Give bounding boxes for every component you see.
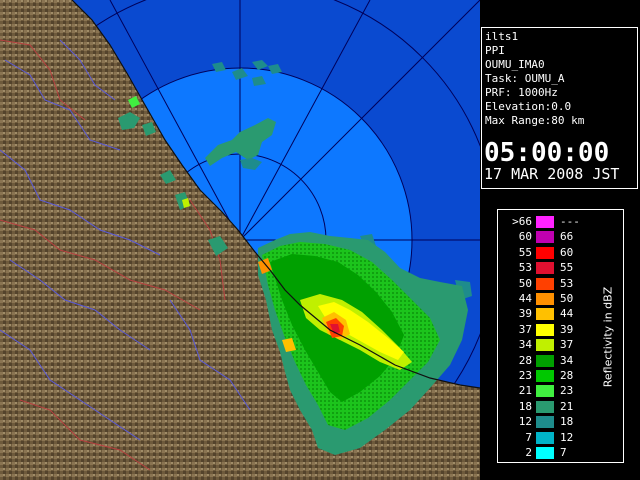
scan-time: 05:00:00 xyxy=(484,138,610,168)
legend-row: 18 21 xyxy=(498,400,596,414)
legend-low-value: 37 xyxy=(518,322,532,336)
legend-row: 7 12 xyxy=(498,431,596,445)
legend-high-value: 28 xyxy=(560,369,574,382)
prf-value: PRF: 1000Hz xyxy=(485,86,558,99)
legend-high-value: 66 xyxy=(560,230,574,244)
legend-low-value: 44 xyxy=(518,292,532,305)
legend-color-swatch xyxy=(536,308,554,321)
legend-high-value: 50 xyxy=(560,292,574,305)
legend-low-value: 53 xyxy=(518,261,532,275)
legend-high-value: 7 xyxy=(560,446,567,459)
legend-high-value: 60 xyxy=(560,245,574,259)
legend-low-value: 39 xyxy=(518,307,532,321)
scan-info-panel: ilts1 PPI OUMU_IMA0 Task: OUMU_A PRF: 10… xyxy=(481,27,638,189)
legend-low-value: >66 xyxy=(512,215,532,228)
elevation-value: Elevation:0.0 xyxy=(485,100,572,113)
radar-map-canvas xyxy=(0,0,480,480)
legend-low-value: 2 xyxy=(525,446,532,459)
legend-row: 34 37 xyxy=(498,338,596,352)
legend-row: 39 44 xyxy=(498,307,596,321)
legend-row: 55 60 xyxy=(498,246,596,260)
legend-color-swatch xyxy=(536,216,554,228)
legend-high-value: 53 xyxy=(560,276,574,290)
legend-high-value: 37 xyxy=(560,338,574,352)
legend-row: 27 xyxy=(498,446,596,460)
legend-color-swatch xyxy=(536,293,554,305)
legend-high-value: --- xyxy=(560,215,580,228)
legend-low-value: 12 xyxy=(518,415,532,429)
legend-low-value: 50 xyxy=(518,276,532,290)
radar-map[interactable] xyxy=(0,0,480,480)
legend-color-swatch xyxy=(536,447,554,459)
legend-color-swatch xyxy=(536,339,554,352)
scan-mode: PPI xyxy=(485,44,505,57)
legend-color-swatch xyxy=(536,277,554,290)
legend-color-swatch xyxy=(536,431,554,444)
legend-color-swatch xyxy=(536,246,554,259)
legend-color-swatch xyxy=(536,416,554,429)
station-name: ilts1 xyxy=(485,30,519,43)
legend-low-value: 23 xyxy=(518,369,532,382)
legend-low-value: 18 xyxy=(518,399,532,413)
legend-low-value: 55 xyxy=(518,245,532,259)
legend-color-swatch xyxy=(536,370,554,382)
legend-row: 12 18 xyxy=(498,415,596,429)
legend-color-swatch xyxy=(536,231,554,244)
reflectivity-legend: >66 --- 60 66 55 60 53 55 50 53 44 50 39 44 37 39 34 37 28… xyxy=(497,209,624,463)
legend-axis-label: Reflectivity in dBZ xyxy=(601,286,615,388)
legend-low-value: 7 xyxy=(525,430,532,444)
legend-low-value: 34 xyxy=(518,338,532,352)
legend-high-value: 39 xyxy=(560,322,574,336)
legend-row: 53 55 xyxy=(498,261,596,275)
product-name: OUMU_IMA0 xyxy=(485,58,545,71)
legend-high-value: 21 xyxy=(560,399,574,413)
task-name: Task: OUMU_A xyxy=(485,72,565,85)
legend-row: 23 28 xyxy=(498,369,596,383)
legend-low-value: 21 xyxy=(518,384,532,398)
legend-row: 28 34 xyxy=(498,354,596,368)
legend-row: >66 --- xyxy=(498,215,596,229)
legend-color-swatch xyxy=(536,262,554,275)
legend-color-swatch xyxy=(536,385,554,398)
legend-high-value: 23 xyxy=(560,384,574,398)
legend-high-value: 12 xyxy=(560,430,574,444)
legend-row: 21 23 xyxy=(498,384,596,398)
legend-low-value: 28 xyxy=(518,353,532,367)
legend-color-swatch xyxy=(536,323,554,336)
scan-date: 17 MAR 2008 JST xyxy=(484,165,620,183)
legend-high-value: 34 xyxy=(560,353,574,367)
legend-row: 44 50 xyxy=(498,292,596,306)
legend-row: 50 53 xyxy=(498,277,596,291)
legend-high-value: 55 xyxy=(560,261,574,275)
legend-low-value: 60 xyxy=(518,230,532,244)
legend-high-value: 44 xyxy=(560,307,574,321)
radar-display: ilts1 PPI OUMU_IMA0 Task: OUMU_A PRF: 10… xyxy=(0,0,640,480)
legend-row: 37 39 xyxy=(498,323,596,337)
legend-color-swatch xyxy=(536,354,554,367)
max-range-value: Max Range:80 km xyxy=(485,114,585,127)
legend-row: 60 66 xyxy=(498,230,596,244)
legend-high-value: 18 xyxy=(560,415,574,429)
legend-color-swatch xyxy=(536,400,554,413)
